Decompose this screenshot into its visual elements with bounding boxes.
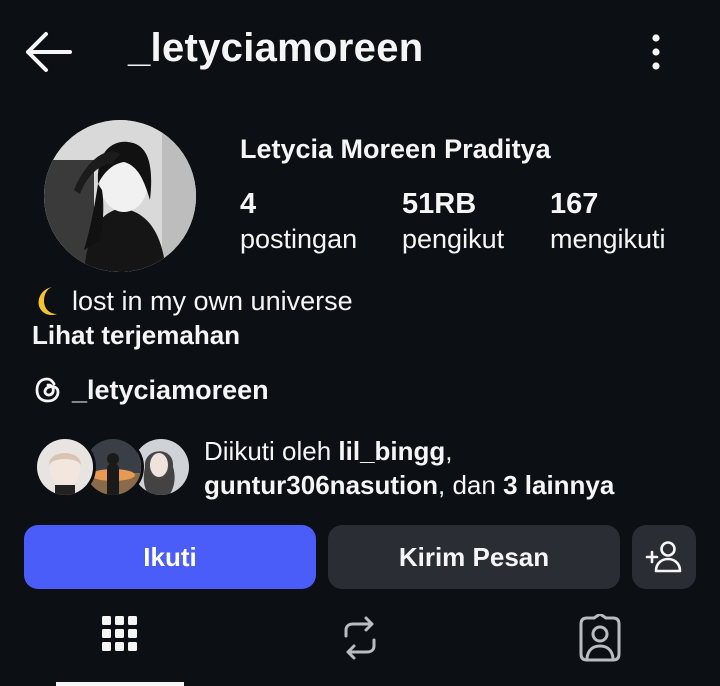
threads-link[interactable]: _letyciamoreen [32, 374, 269, 406]
followed-by-others[interactable]: 3 lainnya [503, 470, 614, 500]
more-options-button[interactable] [640, 30, 672, 74]
suggested-accounts-button[interactable] [632, 525, 696, 589]
grid-icon [102, 616, 137, 651]
crescent-moon-icon [38, 287, 57, 316]
following-count: 167 [550, 188, 599, 220]
active-tab-indicator [56, 682, 184, 686]
profile-username-title: _letyciamoreen [128, 26, 424, 70]
followed-by-separator: , [445, 436, 453, 466]
arrow-left-icon [26, 32, 72, 72]
message-button[interactable]: Kirim Pesan [328, 525, 620, 589]
profile-avatar[interactable] [44, 120, 196, 272]
repost-icon [344, 616, 376, 660]
avatar-photo [44, 120, 196, 272]
posts-label: postingan [240, 224, 358, 254]
see-translation-link[interactable]: Lihat terjemahan [32, 320, 240, 351]
tab-posts-grid[interactable] [54, 600, 186, 686]
top-bar: _letyciamoreen [0, 0, 720, 104]
followed-by-text: Diikuti oleh lil_bingg, guntur306nasution… [204, 434, 704, 502]
followed-by-prefix: Diikuti oleh [204, 436, 339, 466]
tagged-icon [579, 614, 621, 662]
follow-button[interactable]: Ikuti [24, 525, 316, 589]
stat-posts: 4 postingan [240, 186, 357, 256]
back-button[interactable] [22, 28, 74, 76]
posts-count: 4 [240, 188, 257, 220]
threads-handle: _letyciamoreen [72, 374, 269, 405]
bio-text: lost in my own universe [72, 285, 353, 316]
more-vertical-icon [652, 34, 660, 70]
followers-count: 51RB [402, 188, 477, 220]
threads-icon [35, 377, 60, 403]
tab-reposts[interactable] [294, 600, 426, 686]
followed-by-user-1[interactable]: lil_bingg [338, 436, 445, 466]
stat-following[interactable]: 167 mengikuti [550, 186, 666, 256]
profile-page: _letyciamoreen Letycia Moreen Praditya 4… [0, 0, 720, 686]
followers-label: pengikut [402, 224, 505, 254]
mutual-followers-avatars[interactable] [34, 436, 192, 498]
mutual-avatar [34, 436, 96, 498]
followed-by-user-2[interactable]: guntur306nasution [204, 470, 438, 500]
following-label: mengikuti [550, 224, 666, 254]
tab-tagged[interactable] [534, 600, 666, 686]
profile-full-name: Letycia Moreen Praditya [240, 134, 551, 164]
followed-by-separator: , dan [438, 470, 504, 500]
add-person-icon [645, 541, 682, 573]
profile-bio: lost in my own universe [32, 284, 353, 318]
stat-followers[interactable]: 51RB pengikut [402, 186, 504, 256]
